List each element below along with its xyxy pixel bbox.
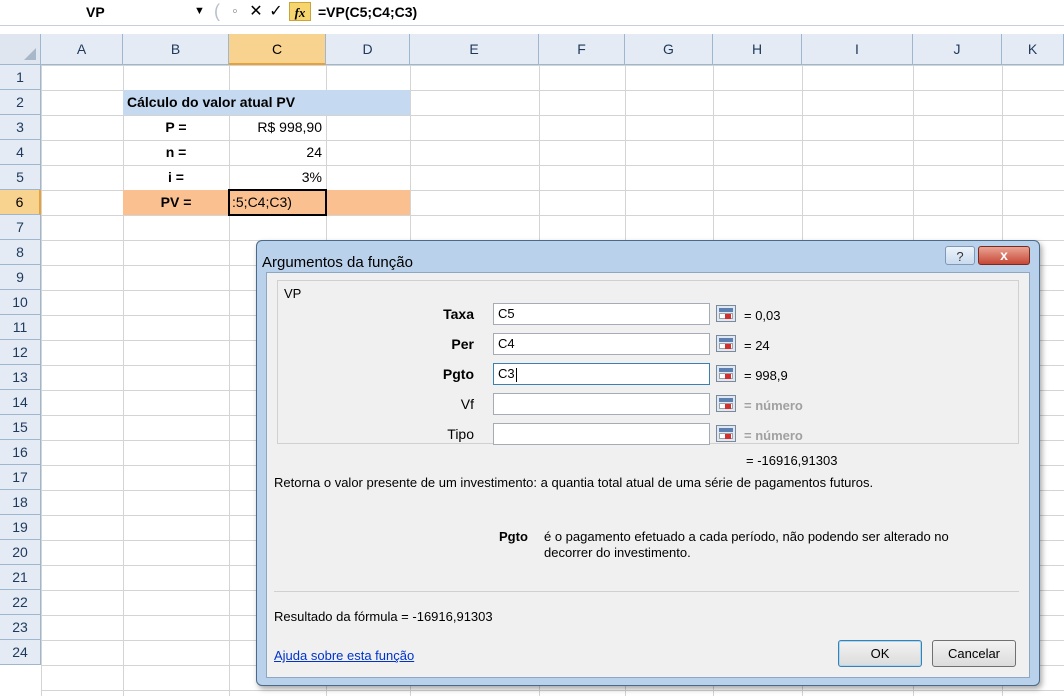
arg-input-per[interactable]: C4	[493, 333, 710, 355]
formula-input[interactable]: =VP(C5;C4;C3)	[318, 4, 417, 20]
row-header-7[interactable]: 7	[0, 215, 41, 240]
help-icon[interactable]: ?	[945, 246, 975, 265]
row-header-22[interactable]: 22	[0, 590, 41, 615]
arg-result-pgto: = 998,9	[744, 368, 788, 383]
cell-b4[interactable]: n =	[123, 140, 229, 165]
column-header-a[interactable]: A	[41, 34, 123, 65]
argument-description-text: é o pagamento efetuado a cada período, n…	[544, 529, 949, 560]
enter-entry-icon[interactable]: ✓	[267, 1, 285, 23]
formula-bar-separator: (	[214, 1, 220, 21]
help-link[interactable]: Ajuda sobre esta função	[274, 648, 414, 663]
arg-label-vf: Vf	[460, 396, 474, 412]
cancel-button[interactable]: Cancelar	[932, 640, 1016, 667]
collapse-dialog-icon[interactable]	[716, 335, 736, 352]
cell-b5[interactable]: i =	[123, 165, 229, 190]
row-header-19[interactable]: 19	[0, 515, 41, 540]
arg-label-taxa: Taxa	[443, 306, 474, 322]
collapse-dialog-icon[interactable]	[716, 305, 736, 322]
column-header-f[interactable]: F	[539, 34, 625, 65]
arg-input-taxa[interactable]: C5	[493, 303, 710, 325]
formula-result: Resultado da fórmula = -16916,91303	[274, 609, 493, 624]
insert-function-button[interactable]: fx	[289, 2, 311, 21]
column-header-b[interactable]: B	[123, 34, 229, 65]
arg-result-tipo: = número	[744, 428, 803, 443]
select-all-button[interactable]	[0, 34, 41, 65]
row-header-20[interactable]: 20	[0, 540, 41, 565]
function-result-preview: = -16916,91303	[746, 453, 838, 468]
cell-c3[interactable]: R$ 998,90	[229, 115, 326, 140]
cell-b2[interactable]: Cálculo do valor atual PV	[123, 90, 410, 115]
dropdown-arrow-icon[interactable]: ▼	[194, 5, 205, 17]
row-header-23[interactable]: 23	[0, 615, 41, 640]
circle-icon: ◦	[232, 3, 238, 20]
column-header-i[interactable]: I	[802, 34, 913, 65]
row-header-12[interactable]: 12	[0, 340, 41, 365]
row-header-4[interactable]: 4	[0, 140, 41, 165]
row-header-3[interactable]: 3	[0, 115, 41, 140]
row-header-6[interactable]: 6	[0, 190, 41, 215]
ok-button[interactable]: OK	[838, 640, 922, 667]
arg-input-tipo[interactable]	[493, 423, 710, 445]
formula-bar: VP ▼ ( ◦ ✕ ✓ fx =VP(C5;C4;C3)	[0, 0, 1064, 26]
column-header-h[interactable]: H	[713, 34, 802, 65]
row-header-11[interactable]: 11	[0, 315, 41, 340]
row-header-13[interactable]: 13	[0, 365, 41, 390]
arg-result-per: = 24	[744, 338, 770, 353]
row-header-24[interactable]: 24	[0, 640, 41, 665]
function-name: VP	[284, 286, 302, 301]
collapse-dialog-icon[interactable]	[716, 365, 736, 382]
arg-label-tipo: Tipo	[447, 426, 474, 442]
text-caret	[515, 367, 517, 382]
cell-b6[interactable]: PV =	[123, 190, 229, 215]
arg-input-pgto[interactable]: C3	[493, 363, 710, 385]
row-header-8[interactable]: 8	[0, 240, 41, 265]
row-header-5[interactable]: 5	[0, 165, 41, 190]
column-header-e[interactable]: E	[410, 34, 539, 65]
column-header-c[interactable]: C	[229, 34, 326, 65]
cell-b3[interactable]: P =	[123, 115, 229, 140]
divider	[274, 591, 1019, 592]
row-header-17[interactable]: 17	[0, 465, 41, 490]
dialog-title: Argumentos da função	[262, 254, 413, 271]
cancel-entry-icon[interactable]: ✕	[247, 1, 265, 23]
cell-c5[interactable]: 3%	[229, 165, 326, 190]
function-description: Retorna o valor presente de um investime…	[274, 475, 874, 490]
name-box-value: VP	[86, 4, 105, 20]
cell-c6-text: :5;C4;C3)	[232, 194, 292, 210]
name-box[interactable]: VP ▼	[0, 2, 210, 22]
collapse-dialog-icon[interactable]	[716, 395, 736, 412]
column-header-j[interactable]: J	[913, 34, 1002, 65]
row-header-18[interactable]: 18	[0, 490, 41, 515]
close-icon[interactable]: x	[978, 246, 1030, 265]
row-header-16[interactable]: 16	[0, 440, 41, 465]
row-header-21[interactable]: 21	[0, 565, 41, 590]
row-header-15[interactable]: 15	[0, 415, 41, 440]
cell-c4[interactable]: 24	[229, 140, 326, 165]
column-header-g[interactable]: G	[625, 34, 713, 65]
row-header-9[interactable]: 9	[0, 265, 41, 290]
arg-input-vf[interactable]	[493, 393, 710, 415]
column-header-d[interactable]: D	[326, 34, 410, 65]
arg-result-taxa: = 0,03	[744, 308, 781, 323]
function-group: VP Taxa C5 = 0,03 Per C4 = 24 Pgto C3 = …	[277, 280, 1019, 445]
row-header-14[interactable]: 14	[0, 390, 41, 415]
column-header-k[interactable]: K	[1002, 34, 1064, 65]
argument-description-name: Pgto	[499, 529, 528, 544]
cell-c6-active[interactable]: :5;C4;C3)	[228, 189, 327, 216]
collapse-dialog-icon[interactable]	[716, 425, 736, 442]
function-arguments-dialog: Argumentos da função ? x VP Taxa C5 = 0,…	[256, 240, 1040, 686]
arg-label-pgto: Pgto	[442, 366, 474, 382]
arg-result-vf: = número	[744, 398, 803, 413]
arg-label-per: Per	[451, 336, 474, 352]
row-header-1[interactable]: 1	[0, 65, 41, 90]
row-header-2[interactable]: 2	[0, 90, 41, 115]
dialog-body: VP Taxa C5 = 0,03 Per C4 = 24 Pgto C3 = …	[266, 272, 1030, 678]
row-header-10[interactable]: 10	[0, 290, 41, 315]
